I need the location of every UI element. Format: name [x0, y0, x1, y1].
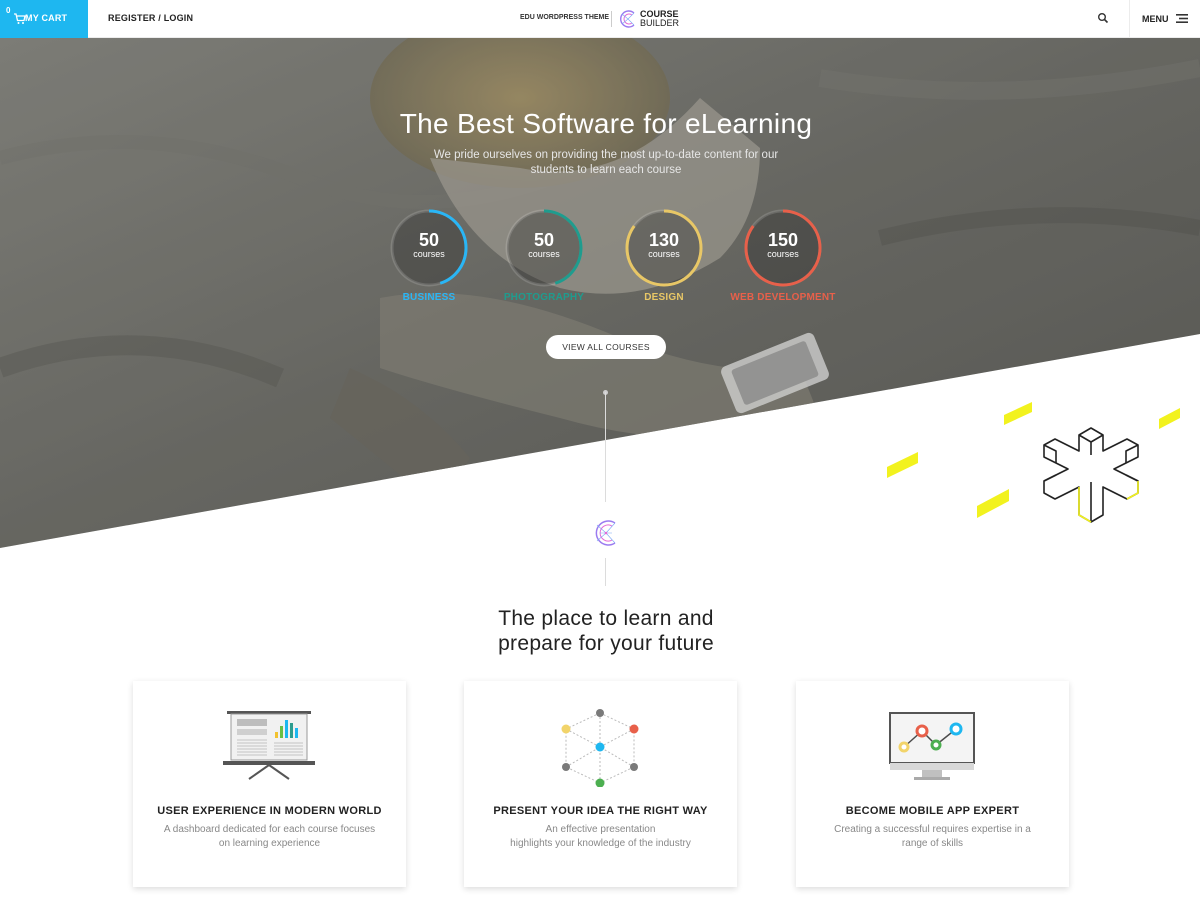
feature-title: PRESENT YOUR IDEA THE RIGHT WAY	[493, 805, 708, 817]
feature-title: BECOME MOBILE APP EXPERT	[845, 805, 1020, 817]
stat-number: 130	[648, 230, 680, 250]
menu-button[interactable]: MENU	[1142, 14, 1169, 24]
register-login-link[interactable]: REGISTER / LOGIN	[108, 13, 193, 23]
section-title-line-1: The place to learn and	[498, 607, 714, 630]
section-title-line-2: prepare for your future	[498, 632, 714, 655]
stat-unit: courses	[767, 249, 799, 259]
feature-description-line-2: range of skills	[901, 838, 964, 849]
feature-description-line-2: highlights your knowledge of the industr…	[510, 838, 691, 849]
stat-web-development[interactable]: 150 courses WEB DEVELOPMENT	[723, 208, 843, 318]
cart-button[interactable]: 0 MY CART	[0, 0, 88, 38]
feature-card-user-experience[interactable]: USER EXPERIENCE IN MODERN WORLD A dashbo…	[133, 681, 406, 887]
logo-line-2: BUILDER	[640, 18, 680, 28]
feature-description: Creating a successful requires expertise…	[816, 823, 1049, 851]
hero-subtitle: We pride ourselves on providing the most…	[433, 149, 779, 176]
logo-divider	[611, 11, 612, 27]
search-icon[interactable]	[1097, 12, 1109, 24]
feature-description-line-1: An effective presentation	[545, 824, 656, 835]
cart-count-badge: 0	[6, 6, 11, 15]
page: 0 MY CART REGISTER / LOGIN EDU WORDPRESS…	[0, 0, 1200, 899]
feature-description: An effective presentation highlights you…	[484, 823, 717, 851]
connector-line	[605, 392, 606, 502]
stat-label: WEB DEVELOPMENT	[730, 292, 836, 303]
course-builder-mark-icon	[595, 520, 616, 546]
section-title: The place to learn and prepare for your …	[400, 606, 812, 656]
cart-label: MY CART	[25, 13, 68, 23]
monitor-chart-icon	[889, 712, 975, 780]
hamburger-icon[interactable]	[1176, 14, 1188, 23]
feature-description-line-1: A dashboard dedicated for each course fo…	[163, 824, 376, 835]
stat-number: 150	[767, 230, 799, 250]
isometric-asterisk-decoration	[887, 402, 1180, 523]
hero-title: The Best Software for eLearning	[399, 108, 813, 139]
theme-tagline: EDU WORDPRESS THEME	[520, 14, 610, 21]
top-header: 0 MY CART REGISTER / LOGIN EDU WORDPRESS…	[0, 0, 1200, 38]
feature-description-line-2: on learning experience	[218, 838, 321, 849]
feature-card-present-idea[interactable]: PRESENT YOUR IDEA THE RIGHT WAY An effec…	[464, 681, 737, 887]
stat-unit: courses	[648, 249, 680, 259]
stat-number: 50	[533, 230, 555, 250]
presentation-board-icon	[223, 711, 315, 780]
network-cube-icon	[561, 709, 639, 787]
logo-wordmark[interactable]: COURSE BUILDER	[640, 10, 679, 28]
stat-unit: courses	[413, 249, 445, 259]
feature-title: USER EXPERIENCE IN MODERN WORLD	[157, 805, 382, 817]
course-builder-logo-icon[interactable]	[617, 8, 639, 30]
feature-description-line-1: Creating a successful requires expertise…	[834, 824, 1031, 835]
connector-line-lower	[605, 558, 606, 586]
menu-separator	[1129, 0, 1130, 38]
stat-number: 50	[418, 230, 440, 250]
feature-card-mobile-app[interactable]: BECOME MOBILE APP EXPERT Creating a succ…	[796, 681, 1069, 887]
view-all-courses-button[interactable]: VIEW ALL COURSES	[546, 335, 666, 359]
feature-description: A dashboard dedicated for each course fo…	[153, 823, 386, 851]
stat-unit: courses	[528, 249, 560, 259]
